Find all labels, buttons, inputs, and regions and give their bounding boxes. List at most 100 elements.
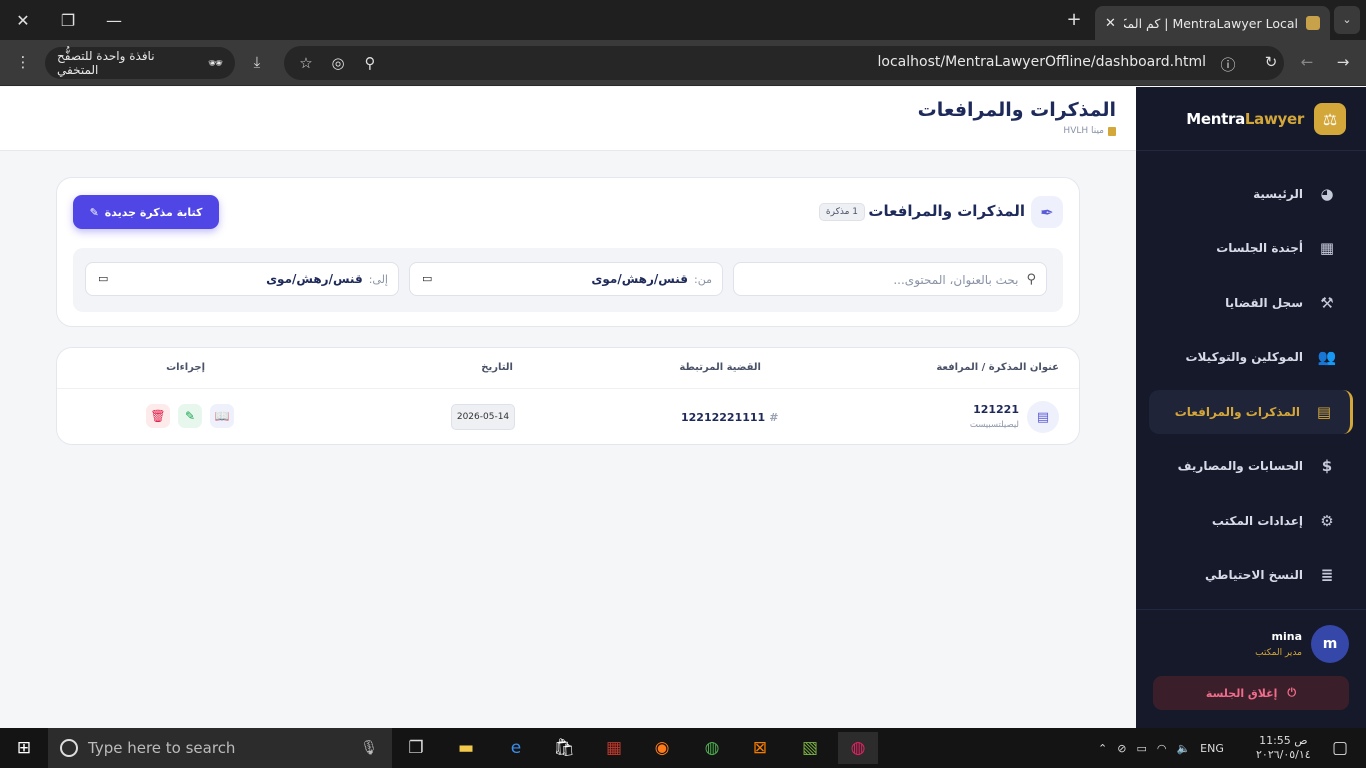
reload-icon[interactable]: ↻ bbox=[1261, 53, 1281, 71]
sidebar-item-cases[interactable]: سجل القضايا ⚒ bbox=[1149, 281, 1353, 325]
sidebar-item-settings[interactable]: إعدادات المكتب ⚙ bbox=[1149, 499, 1353, 543]
xampp-icon[interactable]: ⊠ bbox=[740, 732, 780, 764]
sidebar-item-label: سجل القضايا bbox=[1225, 296, 1303, 310]
scales-logo-icon: ⚖ bbox=[1314, 103, 1346, 135]
taskbar-search-input[interactable]: Type here to search 🎙 bbox=[48, 728, 392, 768]
taskbar-search-placeholder: Type here to search bbox=[88, 739, 236, 757]
language-indicator[interactable]: ENG bbox=[1200, 742, 1224, 755]
sidebar-item-sessions[interactable]: أجندة الجلسات ▦ bbox=[1149, 226, 1353, 270]
chevron-up-icon[interactable]: ⌃ bbox=[1098, 742, 1107, 755]
delete-trash-icon[interactable]: 🗑 bbox=[146, 404, 170, 428]
sidebar-item-home[interactable]: الرئيسية ◕ bbox=[1149, 172, 1353, 216]
from-date-input[interactable]: من: قنس/رهش/موى ▭ bbox=[409, 262, 723, 296]
browser-tab[interactable]: ✕ MentraLawyer Local | كم المكتب bbox=[1095, 6, 1330, 40]
firefox-icon[interactable]: ◉ bbox=[642, 732, 682, 764]
brand[interactable]: MentraLawyer ⚖ bbox=[1186, 103, 1346, 135]
browser-toolbar: ⋮ نافذة واحدة للتصفُّح المتخفي 🕶 ⤓ ☆ ◎ ⚲… bbox=[0, 40, 1366, 86]
store-icon[interactable]: 🛍 bbox=[544, 732, 584, 764]
database-icon: ≣ bbox=[1320, 566, 1334, 584]
favicon-icon bbox=[1306, 16, 1320, 30]
chrome-profile-icon[interactable]: ◍ bbox=[838, 732, 878, 764]
taskbar: ⊞ Type here to search 🎙 ❐ ▬ e 🛍 ▦ ◉ ◍ ⊠ … bbox=[0, 728, 1366, 768]
incognito-icon: 🕶 bbox=[207, 56, 223, 70]
system-tray: ⌃ ⊘ ▭ ◠ 🔈 ENG bbox=[1098, 728, 1224, 768]
from-label: من: bbox=[694, 272, 712, 286]
divider bbox=[57, 388, 1079, 389]
page-header: المذكرات والمرافعات مينا HVLH bbox=[0, 87, 1136, 151]
document-icon: ▤ bbox=[1027, 401, 1059, 433]
volume-icon[interactable]: 🔈 bbox=[1176, 742, 1190, 755]
user-role: مدير المكتب bbox=[1255, 648, 1302, 658]
menu-icon[interactable]: ⋮ bbox=[13, 53, 33, 71]
sidebar-item-label: إعدادات المكتب bbox=[1211, 514, 1303, 528]
url-text[interactable]: localhost/MentraLawyerOffline/dashboard.… bbox=[878, 54, 1206, 70]
network-off-icon[interactable]: ⊘ bbox=[1117, 742, 1126, 755]
chrome-icon[interactable]: ◍ bbox=[692, 732, 732, 764]
brand-accent: Lawyer bbox=[1244, 110, 1304, 128]
notifications-icon[interactable]: ▢ bbox=[1320, 732, 1360, 764]
restore-window-icon[interactable]: ❐ bbox=[45, 0, 91, 40]
building-icon bbox=[1108, 126, 1116, 136]
logout-button[interactable]: إغلاق الجلسة ⏻ bbox=[1153, 676, 1349, 710]
search-input[interactable]: ⚲ بحث بالعنوان، المحتوى... bbox=[733, 262, 1047, 296]
main-content: المذكرات والمرافعات مينا HVLH ✒ المذكرات… bbox=[0, 87, 1136, 728]
tab-search-icon[interactable]: ⌄ bbox=[1334, 6, 1360, 34]
search-circle-icon bbox=[60, 739, 78, 757]
edge-icon[interactable]: e bbox=[496, 732, 536, 764]
memo-title[interactable]: 121221 bbox=[973, 403, 1019, 416]
header-actions: إجراءات bbox=[166, 362, 205, 373]
view-book-icon[interactable]: 📖 bbox=[210, 404, 234, 428]
calendar-icon[interactable]: ▭ bbox=[422, 272, 432, 285]
office-name: مينا HVLH bbox=[1063, 126, 1104, 136]
battery-icon[interactable]: ▭ bbox=[1136, 742, 1146, 755]
linked-case[interactable]: 12212221111 # bbox=[681, 411, 778, 424]
user-name: mina bbox=[1271, 630, 1303, 643]
new-tab-icon[interactable]: + bbox=[1062, 8, 1086, 32]
incognito-label: نافذة واحدة للتصفُّح المتخفي bbox=[57, 49, 155, 77]
brand-main: Mentra bbox=[1186, 110, 1245, 128]
download-icon[interactable]: ⤓ bbox=[247, 53, 267, 71]
to-date-input[interactable]: إلى: قنس/رهش/موى ▭ bbox=[85, 262, 399, 296]
microphone-icon[interactable]: 🎙 bbox=[360, 740, 378, 756]
minimize-window-icon[interactable]: — bbox=[91, 0, 137, 40]
new-memo-button[interactable]: كتابة مذكرة جديدة ✎ bbox=[73, 195, 219, 229]
reader-icon[interactable]: ◎ bbox=[328, 54, 348, 72]
search-icon: ⚲ bbox=[1026, 272, 1036, 287]
file-explorer-icon[interactable]: ▬ bbox=[446, 732, 486, 764]
gear-icon: ⚙ bbox=[1320, 512, 1334, 530]
close-window-icon[interactable]: ✕ bbox=[0, 0, 46, 40]
calendar-icon[interactable]: ▭ bbox=[98, 272, 108, 285]
star-icon[interactable]: ☆ bbox=[296, 54, 316, 72]
sidebar-item-backup[interactable]: النسخ الاحتياطي ≣ bbox=[1149, 553, 1353, 597]
info-icon[interactable]: ⓘ bbox=[1218, 54, 1238, 75]
divider bbox=[1136, 150, 1366, 151]
logout-label: إغلاق الجلسة bbox=[1205, 686, 1278, 700]
invoice-icon: $ bbox=[1321, 457, 1333, 475]
clock-date: ٢٠٢٦/٠٥/١٤ bbox=[1256, 748, 1311, 761]
feather-icon: ✒ bbox=[1031, 196, 1063, 228]
notepad-icon[interactable]: ▧ bbox=[790, 732, 830, 764]
edit-pencil-icon[interactable]: ✎ bbox=[178, 404, 202, 428]
tab-close-icon[interactable]: ✕ bbox=[1105, 16, 1116, 31]
filters-bar: ⚲ بحث بالعنوان، المحتوى... من: قنس/رهش/م… bbox=[73, 248, 1063, 312]
back-icon[interactable]: ← bbox=[1297, 53, 1317, 71]
sidebar-item-accounts[interactable]: الحسابات والمصاريف $ bbox=[1149, 444, 1353, 488]
clock[interactable]: 11:55 ص ٢٠٢٦/٠٥/١٤ bbox=[1256, 728, 1311, 768]
forward-icon[interactable]: → bbox=[1333, 53, 1353, 71]
wifi-icon[interactable]: ◠ bbox=[1157, 742, 1167, 755]
address-bar[interactable]: ☆ ◎ ⚲ localhost/MentraLawyerOffline/dash… bbox=[284, 46, 1284, 80]
hash-icon: # bbox=[769, 411, 779, 424]
clock-time: 11:55 ص bbox=[1259, 734, 1308, 747]
case-number: 12212221111 bbox=[681, 411, 766, 424]
sidebar-item-memos[interactable]: المذكرات والمرافعات ▤ bbox=[1149, 390, 1353, 434]
avatar[interactable]: m bbox=[1311, 625, 1349, 663]
zoom-icon[interactable]: ⚲ bbox=[360, 54, 380, 72]
from-value: قنس/رهش/موى bbox=[591, 272, 689, 286]
task-view-icon[interactable]: ❐ bbox=[396, 732, 436, 764]
windows-start-icon[interactable]: ⊞ bbox=[4, 732, 44, 764]
winrar-icon[interactable]: ▦ bbox=[594, 732, 634, 764]
sidebar-item-clients[interactable]: الموكلين والتوكيلات 👥 bbox=[1149, 335, 1353, 379]
search-placeholder: بحث بالعنوان، المحتوى... bbox=[893, 272, 1019, 287]
incognito-chip[interactable]: نافذة واحدة للتصفُّح المتخفي 🕶 bbox=[45, 47, 235, 79]
memo-subtitle: ليصيلتسبيست bbox=[969, 420, 1019, 430]
